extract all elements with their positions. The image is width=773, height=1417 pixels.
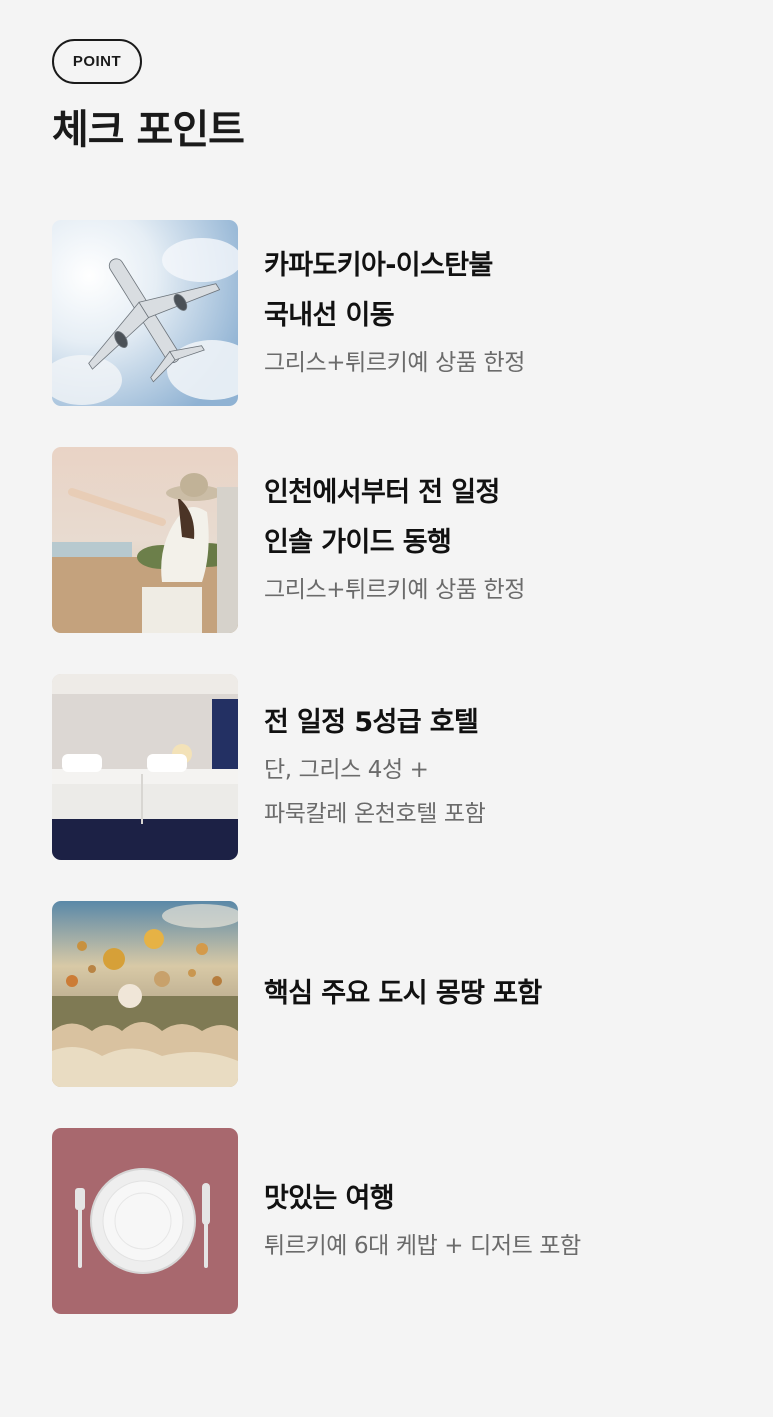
item-text: 핵심 주요 도시 몽땅 포함: [264, 901, 742, 1087]
hotel-room-photo: [52, 674, 238, 860]
item-title: 전 일정 5성급 호텔: [264, 707, 479, 738]
item-desc: 단, 그리스 4성 +: [264, 757, 429, 783]
item-text: 전 일정 5성급 호텔 단, 그리스 4성 + 파묵칼레 온천호텔 포함: [264, 674, 742, 860]
section-title: 체크 포인트: [52, 107, 245, 153]
item-desc: 파묵칼레 온천호텔 포함: [264, 801, 486, 827]
list-item: 맛있는 여행 튀르키예 6대 케밥 + 디저트 포함: [52, 1128, 742, 1314]
item-title: 인솔 가이드 동행: [264, 527, 452, 558]
balloons-photo: [52, 901, 238, 1087]
dinner-plate-photo: [52, 1128, 238, 1314]
list-item: 카파도키아-이스탄불 국내선 이동 그리스+튀르키예 상품 한정: [52, 220, 742, 406]
item-title: 국내선 이동: [264, 300, 395, 331]
item-text: 맛있는 여행 튀르키예 6대 케밥 + 디저트 포함: [264, 1128, 742, 1314]
item-text: 카파도키아-이스탄불 국내선 이동 그리스+튀르키예 상품 한정: [264, 220, 742, 406]
item-text: 인천에서부터 전 일정 인솔 가이드 동행 그리스+튀르키예 상품 한정: [264, 447, 742, 633]
item-title: 카파도키아-이스탄불: [264, 250, 493, 281]
point-badge: POINT: [52, 39, 142, 84]
item-desc: 튀르키예 6대 케밥 + 디저트 포함: [264, 1233, 581, 1259]
guide-photo: [52, 447, 238, 633]
list-item: 인천에서부터 전 일정 인솔 가이드 동행 그리스+튀르키예 상품 한정: [52, 447, 742, 633]
item-title: 인천에서부터 전 일정: [264, 477, 500, 508]
item-desc: 그리스+튀르키예 상품 한정: [264, 577, 526, 603]
item-title: 핵심 주요 도시 몽땅 포함: [264, 978, 542, 1009]
item-title: 맛있는 여행: [264, 1183, 395, 1214]
list-item: 전 일정 5성급 호텔 단, 그리스 4성 + 파묵칼레 온천호텔 포함: [52, 674, 742, 860]
item-desc: 그리스+튀르키예 상품 한정: [264, 350, 526, 376]
airplane-photo: [52, 220, 238, 406]
list-item: 핵심 주요 도시 몽땅 포함: [52, 901, 742, 1087]
